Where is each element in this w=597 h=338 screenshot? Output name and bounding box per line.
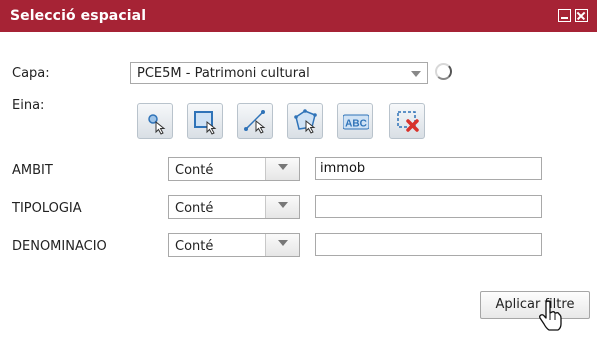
polygon-select-button[interactable] <box>287 103 323 139</box>
filter-condition-select[interactable]: Conté <box>168 157 300 181</box>
filter-field-label: TIPOLOGIA <box>12 201 82 216</box>
svg-text:ABC: ABC <box>345 119 367 130</box>
clear-selection-icon <box>397 111 419 132</box>
line-select-icon <box>244 110 266 134</box>
layer-label: Capa: <box>12 66 50 81</box>
dropdown-button[interactable] <box>265 196 299 218</box>
chevron-down-icon <box>278 202 288 208</box>
filter-field-label: DENOMINACIO <box>12 239 107 254</box>
polygon-select-icon <box>294 109 317 134</box>
layer-select[interactable]: PCE5M - Patrimoni cultural <box>130 62 428 84</box>
chevron-down-icon <box>411 71 421 77</box>
filter-field-label: AMBIT <box>12 163 53 178</box>
close-icon[interactable] <box>575 9 588 22</box>
hand-cursor-icon <box>539 300 562 331</box>
loading-spinner-icon <box>435 63 452 80</box>
point-select-button[interactable] <box>137 103 173 139</box>
window-title: Selecció espacial <box>10 8 147 24</box>
text-search-button[interactable]: ABC <box>337 103 373 139</box>
line-select-button[interactable] <box>237 103 273 139</box>
dropdown-button[interactable] <box>265 158 299 180</box>
filter-value-input[interactable] <box>315 195 542 218</box>
window-titlebar: Selecció espacial <box>0 0 597 32</box>
tool-label: Eina: <box>12 98 45 113</box>
rectangle-select-button[interactable] <box>187 103 223 139</box>
filter-condition-value: Conté <box>175 163 214 178</box>
rectangle-select-icon <box>194 111 217 135</box>
minimize-icon[interactable] <box>558 9 571 22</box>
clear-selection-button[interactable] <box>389 103 425 139</box>
abc-text-icon: ABC <box>343 114 369 130</box>
filter-value-input[interactable] <box>315 233 542 256</box>
filter-condition-select[interactable]: Conté <box>168 195 300 219</box>
filter-condition-value: Conté <box>175 239 214 254</box>
filter-condition-select[interactable]: Conté <box>168 233 300 257</box>
dropdown-button[interactable] <box>265 234 299 256</box>
apply-filter-button[interactable]: Aplicar filtre <box>480 291 590 319</box>
chevron-down-icon <box>278 240 288 246</box>
chevron-down-icon <box>278 164 288 170</box>
filter-value-input[interactable] <box>315 157 542 180</box>
filter-condition-value: Conté <box>175 201 214 216</box>
point-select-icon <box>148 114 166 135</box>
layer-select-value: PCE5M - Patrimoni cultural <box>137 66 310 81</box>
